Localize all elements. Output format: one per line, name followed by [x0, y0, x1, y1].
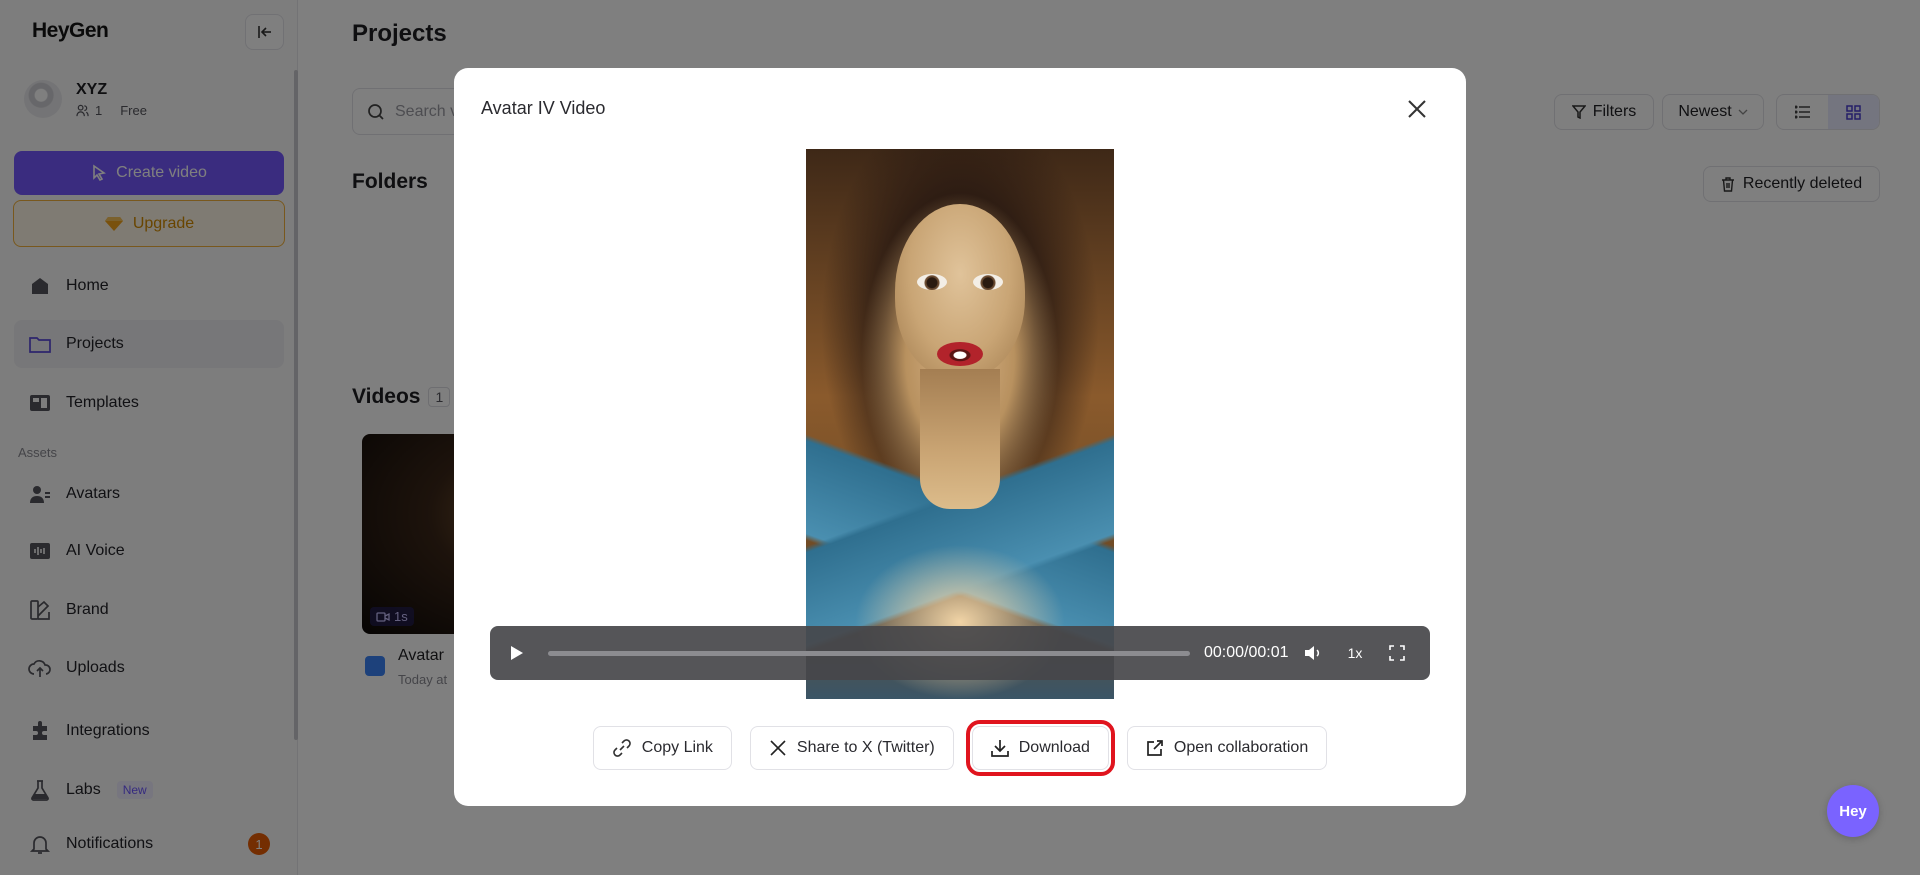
external-link-icon [1147, 740, 1163, 756]
modal-title: Avatar IV Video [481, 98, 606, 118]
playback-speed-button[interactable]: 1x [1334, 645, 1376, 661]
avatar-mouth [937, 342, 983, 366]
download-icon [990, 740, 1009, 757]
play-icon [511, 646, 523, 660]
avatar-face [895, 204, 1025, 379]
close-button[interactable] [1404, 96, 1430, 122]
open-collaboration-button[interactable]: Open collaboration [1126, 726, 1328, 770]
link-icon [612, 739, 631, 757]
avatar-right-eye [973, 274, 1003, 290]
avatar-left-eye [917, 274, 947, 290]
copy-link-button[interactable]: Copy Link [592, 726, 732, 770]
share-x-button[interactable]: Share to X (Twitter) [749, 726, 954, 770]
avatar-neck [920, 369, 1000, 509]
x-logo-icon [770, 740, 786, 756]
video-player-controls: 00:00/00:01 1x [490, 626, 1430, 680]
fullscreen-button[interactable] [1376, 645, 1418, 661]
close-icon [1408, 100, 1426, 118]
share-x-label: Share to X (Twitter) [796, 739, 935, 756]
fullscreen-icon [1389, 645, 1405, 661]
open-collaboration-label: Open collaboration [1173, 739, 1309, 756]
hey-assistant-button[interactable]: Hey [1827, 785, 1879, 837]
volume-icon [1305, 646, 1320, 660]
seek-bar[interactable] [548, 650, 1190, 656]
time-display: 00:00/00:01 [1204, 644, 1289, 661]
modal-actions: Copy Link Share to X (Twitter) Download … [454, 720, 1466, 776]
download-button[interactable]: Download [965, 720, 1115, 776]
video-preview[interactable] [806, 149, 1114, 699]
volume-button[interactable] [1292, 645, 1334, 661]
play-button[interactable] [490, 626, 544, 680]
download-label: Download [1018, 739, 1090, 756]
copy-link-label: Copy Link [641, 739, 713, 756]
video-preview-modal: Avatar IV Video 00:00/00:01 1x Copy Link [454, 68, 1466, 806]
